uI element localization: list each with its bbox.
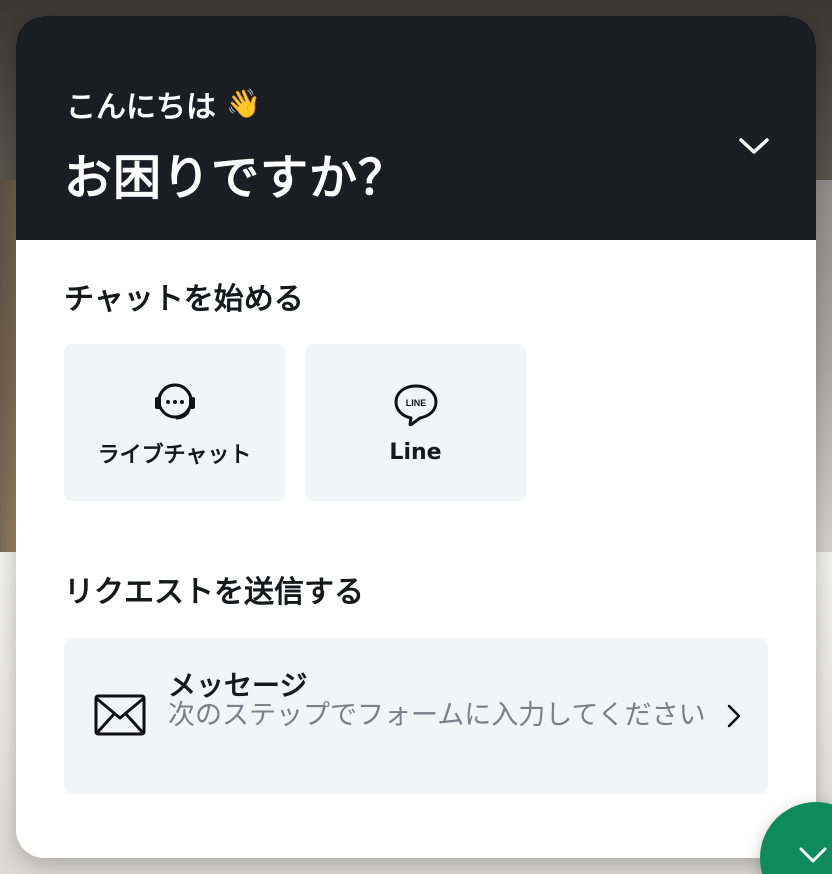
chevron-right-icon xyxy=(727,704,741,728)
collapse-widget-button[interactable] xyxy=(732,124,776,168)
greeting: こんにちは 👋 xyxy=(66,82,261,126)
greeting-text: こんにちは xyxy=(66,90,216,125)
message-request-button[interactable]: メッセージ 次のステップでフォームに入力してください xyxy=(64,638,768,794)
waving-hand-icon: 👋 xyxy=(226,87,261,120)
svg-text:LINE: LINE xyxy=(405,398,426,408)
line-label: Line xyxy=(389,440,442,465)
envelope-icon xyxy=(94,694,146,736)
chevron-down-icon xyxy=(799,847,827,863)
page-title: お困りですか？ xyxy=(64,150,408,206)
line-button[interactable]: LINE Line xyxy=(305,344,526,501)
livechat-label: ライブチャット xyxy=(97,442,252,468)
message-title: メッセージ xyxy=(168,669,308,702)
request-section-title: リクエストを送信する xyxy=(64,575,364,610)
support-widget: こんにちは 👋 お困りですか？ チャットを始める ライブチャット LINE Li… xyxy=(16,16,816,858)
line-app-icon: LINE xyxy=(392,380,440,428)
chevron-down-icon xyxy=(739,138,769,154)
message-description: 次のステップでフォームに入力してください xyxy=(168,700,706,731)
widget-header: こんにちは 👋 お困りですか？ xyxy=(16,16,816,240)
livechat-button[interactable]: ライブチャット xyxy=(64,344,285,501)
livechat-headset-icon xyxy=(151,377,199,425)
chat-section-title: チャットを始める xyxy=(64,282,304,317)
